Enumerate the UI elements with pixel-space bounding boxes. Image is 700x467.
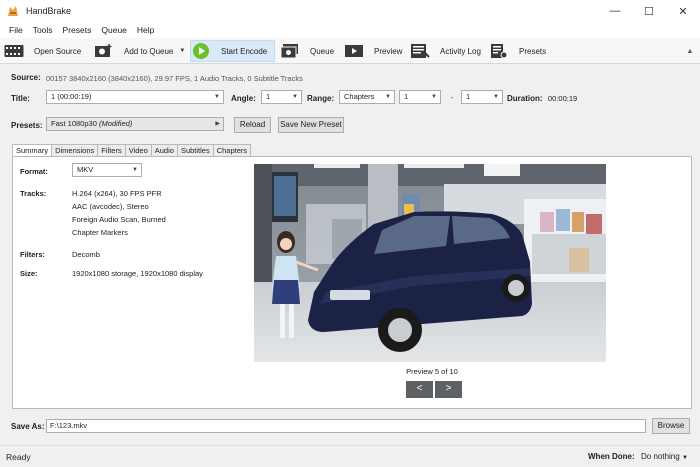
activity-log-button[interactable]: Activity Log — [410, 40, 481, 62]
preview-image — [254, 164, 606, 362]
range-type-dropdown[interactable]: Chapters ▼ — [339, 90, 395, 104]
add-queue-icon — [94, 42, 114, 60]
menu-tools[interactable]: Tools — [28, 25, 58, 35]
status-bar: Ready When Done: Do nothing ▼ — [0, 445, 700, 467]
presets-button[interactable]: Presets — [489, 40, 546, 62]
filters-label: Filters: — [20, 250, 46, 259]
menu-queue[interactable]: Queue — [96, 25, 132, 35]
range-label: Range: — [307, 94, 335, 103]
open-source-label: Open Source — [34, 46, 82, 56]
chevron-down-icon: ▼ — [431, 94, 437, 100]
play-icon — [191, 42, 211, 60]
range-type-value: Chapters — [344, 92, 375, 101]
menu-bar: File Tools Presets Queue Help — [0, 22, 700, 38]
menu-file[interactable]: File — [4, 25, 28, 35]
activity-log-icon — [410, 42, 430, 60]
menu-help[interactable]: Help — [132, 25, 159, 35]
preview-next-button[interactable]: > — [435, 381, 462, 398]
tab-subtitles[interactable]: Subtitles — [176, 144, 214, 156]
range-start-dropdown[interactable]: 1 ▼ — [399, 90, 441, 104]
title-dropdown[interactable]: 1 (00:00:19) ▼ — [46, 90, 224, 104]
size-value: 1920x1080 storage, 1920x1080 display — [72, 269, 203, 278]
range-end-dropdown[interactable]: 1 ▼ — [461, 90, 503, 104]
format-dropdown[interactable]: MKV ▼ — [72, 163, 142, 177]
tab-chapters[interactable]: Chapters — [212, 144, 252, 156]
add-to-queue-button[interactable]: Add to Queue ▼ — [94, 40, 185, 62]
title-bar: HandBrake — ☐ ✕ — [0, 0, 700, 22]
presets-label: Presets — [519, 46, 547, 56]
preset-modified: (Modified) — [98, 119, 133, 128]
title-dropdown-value: 1 (00:00:19) — [51, 92, 92, 101]
status-text: Ready — [6, 452, 31, 462]
preset-selector[interactable]: Fast 1080p30 (Modified) ▶ — [46, 117, 224, 131]
save-as-field[interactable]: F:\123.mkv — [46, 419, 646, 433]
track-item-video: H.264 (x264), 30 FPS PFR — [72, 189, 162, 198]
tab-audio[interactable]: Audio — [150, 144, 178, 156]
duration-value: 00:00:19 — [548, 94, 578, 103]
range-separator: - — [451, 93, 454, 102]
save-new-preset-button[interactable]: Save New Preset — [278, 117, 344, 133]
tab-filters[interactable]: Filters — [97, 144, 126, 156]
maximize-button[interactable]: ☐ — [632, 0, 666, 22]
queue-icon — [280, 42, 300, 60]
toolbar: Open Source Add to Queue ▼ Start Encode … — [0, 38, 700, 64]
chevron-down-icon: ▼ — [493, 94, 499, 100]
source-label: Source: — [11, 73, 41, 82]
preview-prev-button[interactable]: < — [406, 381, 433, 398]
reload-button[interactable]: Reload — [234, 117, 271, 133]
preview-button[interactable]: Preview — [344, 40, 402, 62]
when-done-value: Do nothing — [641, 452, 680, 461]
source-value: 00157 3840x2160 (3840x2160), 29.97 FPS, … — [46, 74, 303, 83]
format-value: MKV — [77, 165, 94, 174]
angle-dropdown[interactable]: 1 ▼ — [261, 90, 302, 104]
preset-name: Fast 1080p30 — [51, 119, 97, 128]
minimize-button[interactable]: — — [598, 0, 632, 22]
chevron-down-icon: ▼ — [681, 455, 688, 461]
chevron-down-icon: ▼ — [132, 167, 138, 173]
queue-label: Queue — [310, 46, 335, 56]
track-item-subtitle: Foreign Audio Scan, Burned — [72, 215, 166, 224]
angle-label: Angle: — [231, 94, 256, 103]
start-encode-button[interactable]: Start Encode — [190, 40, 275, 62]
window-title: HandBrake — [26, 6, 72, 16]
presets-row-label: Presets: — [11, 121, 43, 130]
size-label: Size: — [20, 269, 38, 278]
chevron-down-icon: ▼ — [292, 94, 298, 100]
preview-label: Preview — [374, 46, 403, 56]
add-to-queue-label: Add to Queue — [124, 46, 174, 56]
queue-button[interactable]: Queue — [280, 40, 334, 62]
settings-tabs: Summary Dimensions Filters Video Audio S… — [12, 144, 252, 157]
chevron-right-icon: ▶ — [215, 121, 220, 127]
toolbar-overflow-button[interactable]: ▲ — [682, 41, 698, 61]
preview-caption: Preview 5 of 10 — [406, 367, 458, 376]
open-source-button[interactable]: Open Source — [4, 40, 81, 62]
start-encode-label: Start Encode — [221, 46, 268, 56]
when-done-dropdown[interactable]: Do nothing ▼ — [641, 452, 688, 461]
format-label: Format: — [20, 167, 48, 176]
track-item-chapters: Chapter Markers — [72, 228, 128, 237]
range-start-value: 1 — [404, 92, 409, 101]
when-done-label: When Done: — [588, 452, 635, 461]
browse-button[interactable]: Browse — [652, 418, 690, 434]
close-button[interactable]: ✕ — [666, 0, 700, 22]
tab-dimensions[interactable]: Dimensions — [51, 144, 99, 156]
chevron-down-icon: ▼ — [214, 94, 220, 100]
handbrake-app-icon — [5, 3, 21, 19]
activity-log-label: Activity Log — [440, 46, 481, 56]
presets-icon — [489, 42, 509, 60]
chevron-down-icon[interactable]: ▼ — [179, 48, 185, 54]
range-end-value: 1 — [466, 92, 471, 101]
filters-value: Decomb — [72, 250, 100, 259]
tab-video[interactable]: Video — [124, 144, 152, 156]
save-as-label: Save As: — [11, 422, 45, 431]
chevron-down-icon: ▼ — [385, 94, 391, 100]
track-item-audio: AAC (avcodec), Stereo — [72, 202, 149, 211]
menu-presets[interactable]: Presets — [58, 25, 97, 35]
film-strip-icon — [4, 42, 24, 60]
angle-dropdown-value: 1 — [266, 92, 271, 101]
duration-label: Duration: — [507, 94, 543, 103]
title-label: Title: — [11, 94, 30, 103]
preview-icon — [344, 42, 364, 60]
tracks-label: Tracks: — [20, 189, 47, 198]
